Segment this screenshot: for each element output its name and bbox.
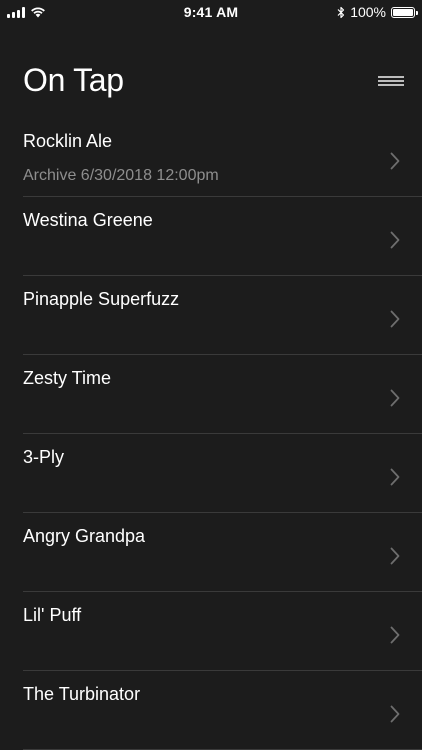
beer-name: Zesty Time bbox=[23, 368, 112, 388]
list-item[interactable]: Pinapple Superfuzz bbox=[0, 276, 422, 355]
battery-percent: 100% bbox=[350, 4, 386, 20]
status-bar: 9:41 AM 100% bbox=[0, 0, 422, 24]
list-item[interactable]: Zesty Time bbox=[0, 355, 422, 434]
beer-name: Angry Grandpa bbox=[23, 526, 146, 546]
beer-archive-date: Archive 6/30/2018 12:00pm bbox=[23, 167, 219, 184]
beer-name: Lil' Puff bbox=[23, 605, 82, 625]
list-item[interactable]: Lil' Puff bbox=[0, 592, 422, 671]
status-bar-right: 100% bbox=[337, 4, 418, 20]
hamburger-menu-icon[interactable] bbox=[378, 70, 406, 92]
beer-name: Rocklin Ale bbox=[23, 131, 113, 151]
beer-name: Westina Greene bbox=[23, 210, 153, 230]
list-item[interactable]: Rocklin Ale Archive 6/30/2018 12:00pm bbox=[0, 118, 422, 197]
menu-line bbox=[378, 76, 404, 78]
list-item[interactable]: Angry Grandpa bbox=[0, 513, 422, 592]
beer-name: Pinapple Superfuzz bbox=[23, 289, 180, 309]
chevron-right-icon bbox=[390, 389, 400, 407]
chevron-right-icon bbox=[390, 705, 400, 723]
menu-line bbox=[378, 80, 404, 82]
chevron-right-icon bbox=[390, 152, 400, 170]
menu-line bbox=[378, 84, 404, 86]
battery-fill bbox=[393, 8, 413, 16]
chevron-right-icon bbox=[390, 547, 400, 565]
chevron-right-icon bbox=[390, 626, 400, 644]
list-item[interactable]: The Turbinator bbox=[0, 671, 422, 750]
battery-icon bbox=[391, 6, 418, 18]
chevron-right-icon bbox=[390, 310, 400, 328]
list-item[interactable]: Westina Greene bbox=[0, 197, 422, 276]
beer-name: The Turbinator bbox=[23, 684, 141, 704]
bluetooth-icon bbox=[337, 6, 345, 18]
battery-cap bbox=[416, 10, 418, 15]
page-title: On Tap bbox=[23, 62, 124, 98]
chevron-right-icon bbox=[390, 231, 400, 249]
list-item[interactable]: 3-Ply bbox=[0, 434, 422, 513]
beer-name: 3-Ply bbox=[23, 447, 65, 467]
chevron-right-icon bbox=[390, 468, 400, 486]
beer-list: Rocklin Ale Archive 6/30/2018 12:00pm West… bbox=[0, 118, 422, 750]
